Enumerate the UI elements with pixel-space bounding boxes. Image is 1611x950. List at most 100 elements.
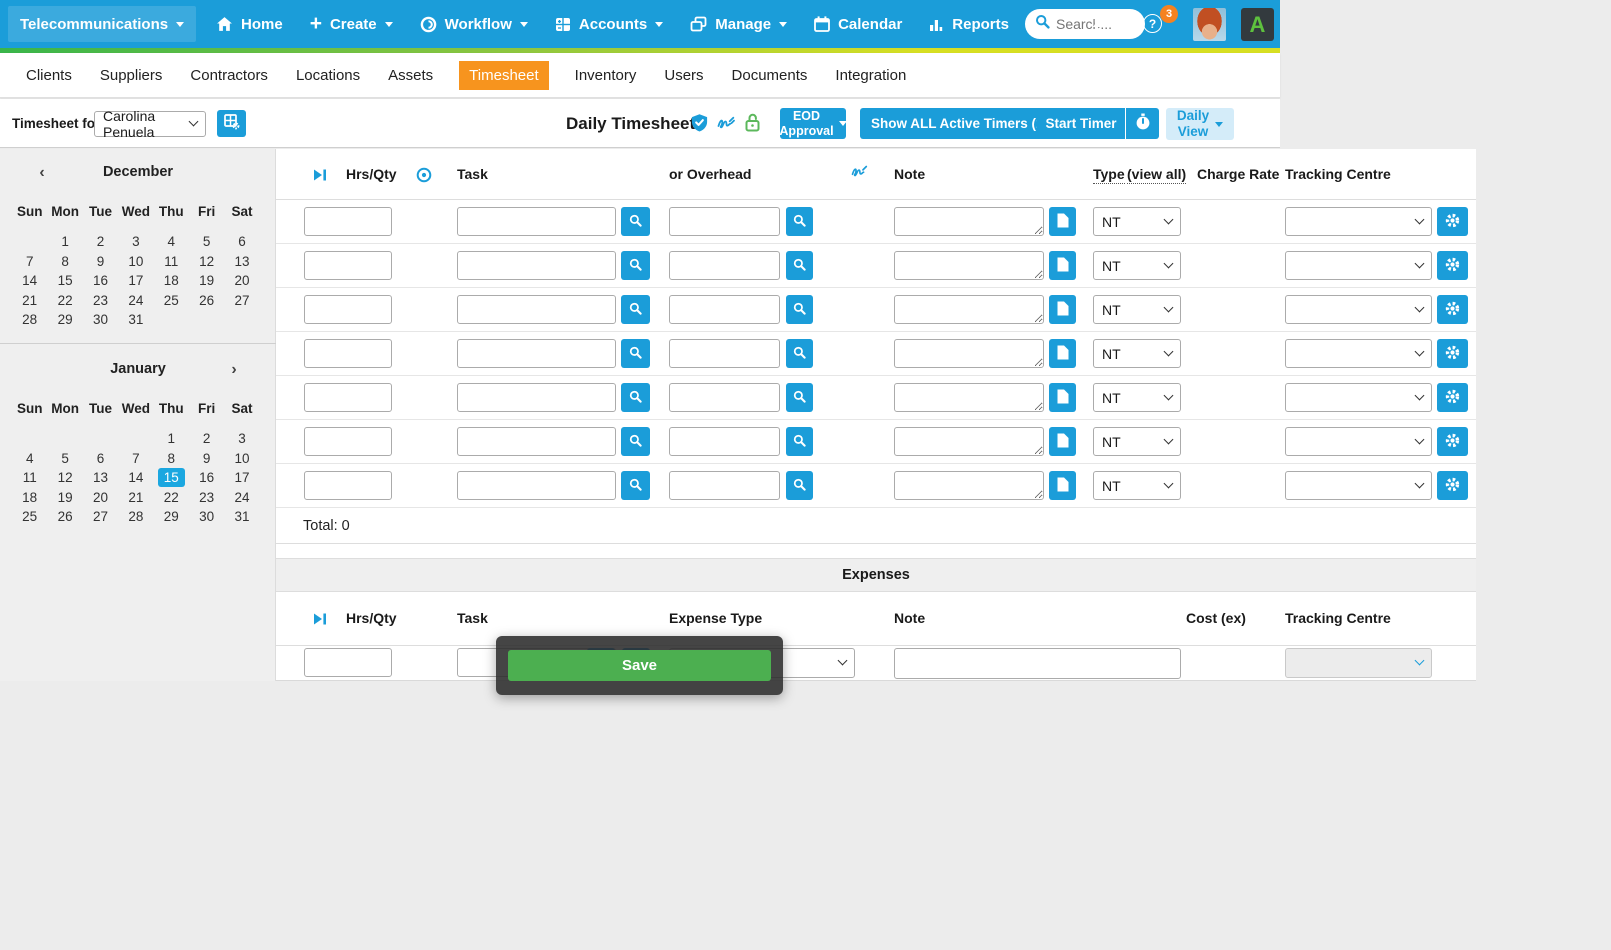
signature-icon[interactable] (717, 115, 735, 135)
help-icon[interactable]: ? (1143, 14, 1162, 33)
overhead-input[interactable] (669, 207, 780, 236)
task-input[interactable] (457, 339, 616, 368)
nav-workflow[interactable]: Workflow (420, 16, 528, 33)
calendar-date[interactable]: 27 (83, 507, 118, 527)
task-search-button[interactable] (621, 251, 650, 280)
type-select[interactable]: NT (1093, 383, 1181, 412)
calendar-date[interactable]: 17 (224, 468, 259, 488)
calendar-date[interactable]: 15 (47, 271, 82, 291)
calendar-date[interactable]: 29 (154, 507, 189, 527)
overhead-search-button[interactable] (786, 251, 813, 280)
tab-inventory[interactable]: Inventory (573, 61, 639, 90)
calendar-date[interactable]: 9 (83, 252, 118, 272)
calendar-date[interactable]: 1 (47, 232, 82, 252)
task-search-button[interactable] (621, 471, 650, 500)
workspace-select[interactable]: Telecommunications (8, 6, 196, 42)
tab-timesheet[interactable]: Timesheet (459, 60, 549, 90)
calendar-date[interactable]: 27 (224, 291, 259, 311)
calendar-date[interactable]: 21 (118, 488, 153, 508)
note-template-button[interactable] (1049, 207, 1076, 236)
expense-tracking-centre-select[interactable] (1285, 648, 1432, 678)
overhead-input[interactable] (669, 251, 780, 280)
nav-calendar[interactable]: Calendar (814, 16, 902, 33)
note-template-button[interactable] (1049, 427, 1076, 456)
calendar-date[interactable]: 16 (189, 468, 224, 488)
calendar-date[interactable]: 3 (118, 232, 153, 252)
calendar-date[interactable]: 11 (154, 252, 189, 272)
hours-input[interactable] (304, 251, 392, 280)
nav-manage[interactable]: Manage (690, 16, 788, 33)
row-settings-gear-button[interactable] (1437, 339, 1468, 368)
tab-assets[interactable]: Assets (386, 61, 435, 90)
calendar-date[interactable]: 4 (12, 449, 47, 469)
calendar-date[interactable]: 13 (224, 252, 259, 272)
overhead-search-button[interactable] (786, 339, 813, 368)
calendar-date[interactable]: 19 (189, 271, 224, 291)
calendar-date[interactable]: 11 (12, 468, 47, 488)
calendar-date[interactable]: 18 (12, 488, 47, 508)
tracking-centre-select[interactable] (1285, 383, 1432, 412)
task-input[interactable] (457, 295, 616, 324)
task-search-button[interactable] (621, 207, 650, 236)
timesheet-settings-button[interactable] (217, 110, 246, 137)
hours-input[interactable] (304, 383, 392, 412)
overhead-search-button[interactable] (786, 427, 813, 456)
nav-reports[interactable]: Reports (929, 16, 1009, 33)
notifications-bell-icon[interactable] (1091, 14, 1108, 38)
row-settings-gear-button[interactable] (1437, 207, 1468, 236)
calendar-date[interactable]: 6 (83, 449, 118, 469)
header-view-all-link[interactable]: (view all) (1127, 166, 1187, 184)
header-type[interactable]: Type (1093, 166, 1125, 184)
tab-suppliers[interactable]: Suppliers (98, 61, 165, 90)
calendar-date[interactable]: 23 (189, 488, 224, 508)
calendar-date[interactable]: 28 (118, 507, 153, 527)
nav-create[interactable]: + Create (310, 13, 393, 34)
tab-locations[interactable]: Locations (294, 61, 362, 90)
calendar-date[interactable]: 8 (154, 449, 189, 469)
task-search-button[interactable] (621, 383, 650, 412)
calendar-date[interactable]: 5 (189, 232, 224, 252)
task-search-button[interactable] (621, 427, 650, 456)
tracking-centre-select[interactable] (1285, 207, 1432, 236)
overhead-search-button[interactable] (786, 295, 813, 324)
calendar-date[interactable]: 26 (47, 507, 82, 527)
type-select[interactable]: NT (1093, 427, 1181, 456)
expense-note-input[interactable] (894, 648, 1181, 679)
calendar-date[interactable]: 16 (83, 271, 118, 291)
calendar-date[interactable]: 22 (47, 291, 82, 311)
calendar-date[interactable]: 10 (118, 252, 153, 272)
calendar-date[interactable]: 25 (154, 291, 189, 311)
skip-to-end-icon[interactable] (314, 612, 327, 630)
calendar-date[interactable]: 10 (224, 449, 259, 469)
overhead-search-button[interactable] (786, 207, 813, 236)
task-input[interactable] (457, 251, 616, 280)
task-search-button[interactable] (621, 295, 650, 324)
tab-integration[interactable]: Integration (833, 61, 908, 90)
skip-to-end-icon[interactable] (314, 168, 327, 186)
task-input[interactable] (457, 471, 616, 500)
row-settings-gear-button[interactable] (1437, 383, 1468, 412)
task-input[interactable] (457, 383, 616, 412)
note-textarea[interactable] (894, 383, 1044, 412)
calendar-date[interactable]: 22 (154, 488, 189, 508)
note-textarea[interactable] (894, 471, 1044, 500)
tracking-centre-select[interactable] (1285, 339, 1432, 368)
note-textarea[interactable] (894, 339, 1044, 368)
calendar-date[interactable]: 7 (118, 449, 153, 469)
note-textarea[interactable] (894, 295, 1044, 324)
calendar-date[interactable]: 5 (47, 449, 82, 469)
tracking-centre-select[interactable] (1285, 427, 1432, 456)
tab-documents[interactable]: Documents (730, 61, 810, 90)
calendar-date[interactable]: 2 (83, 232, 118, 252)
note-template-button[interactable] (1049, 295, 1076, 324)
calendar-date[interactable]: 21 (12, 291, 47, 311)
note-template-button[interactable] (1049, 251, 1076, 280)
calendar-date[interactable]: 14 (12, 271, 47, 291)
type-select[interactable]: NT (1093, 295, 1181, 324)
calendar-date[interactable]: 17 (118, 271, 153, 291)
calendar-date[interactable]: 6 (224, 232, 259, 252)
note-template-button[interactable] (1049, 339, 1076, 368)
calendar-date[interactable]: 19 (47, 488, 82, 508)
show-active-timers-button[interactable]: Show ALL Active Timers (10) (860, 108, 1067, 139)
calendar-date[interactable]: 28 (12, 310, 47, 330)
